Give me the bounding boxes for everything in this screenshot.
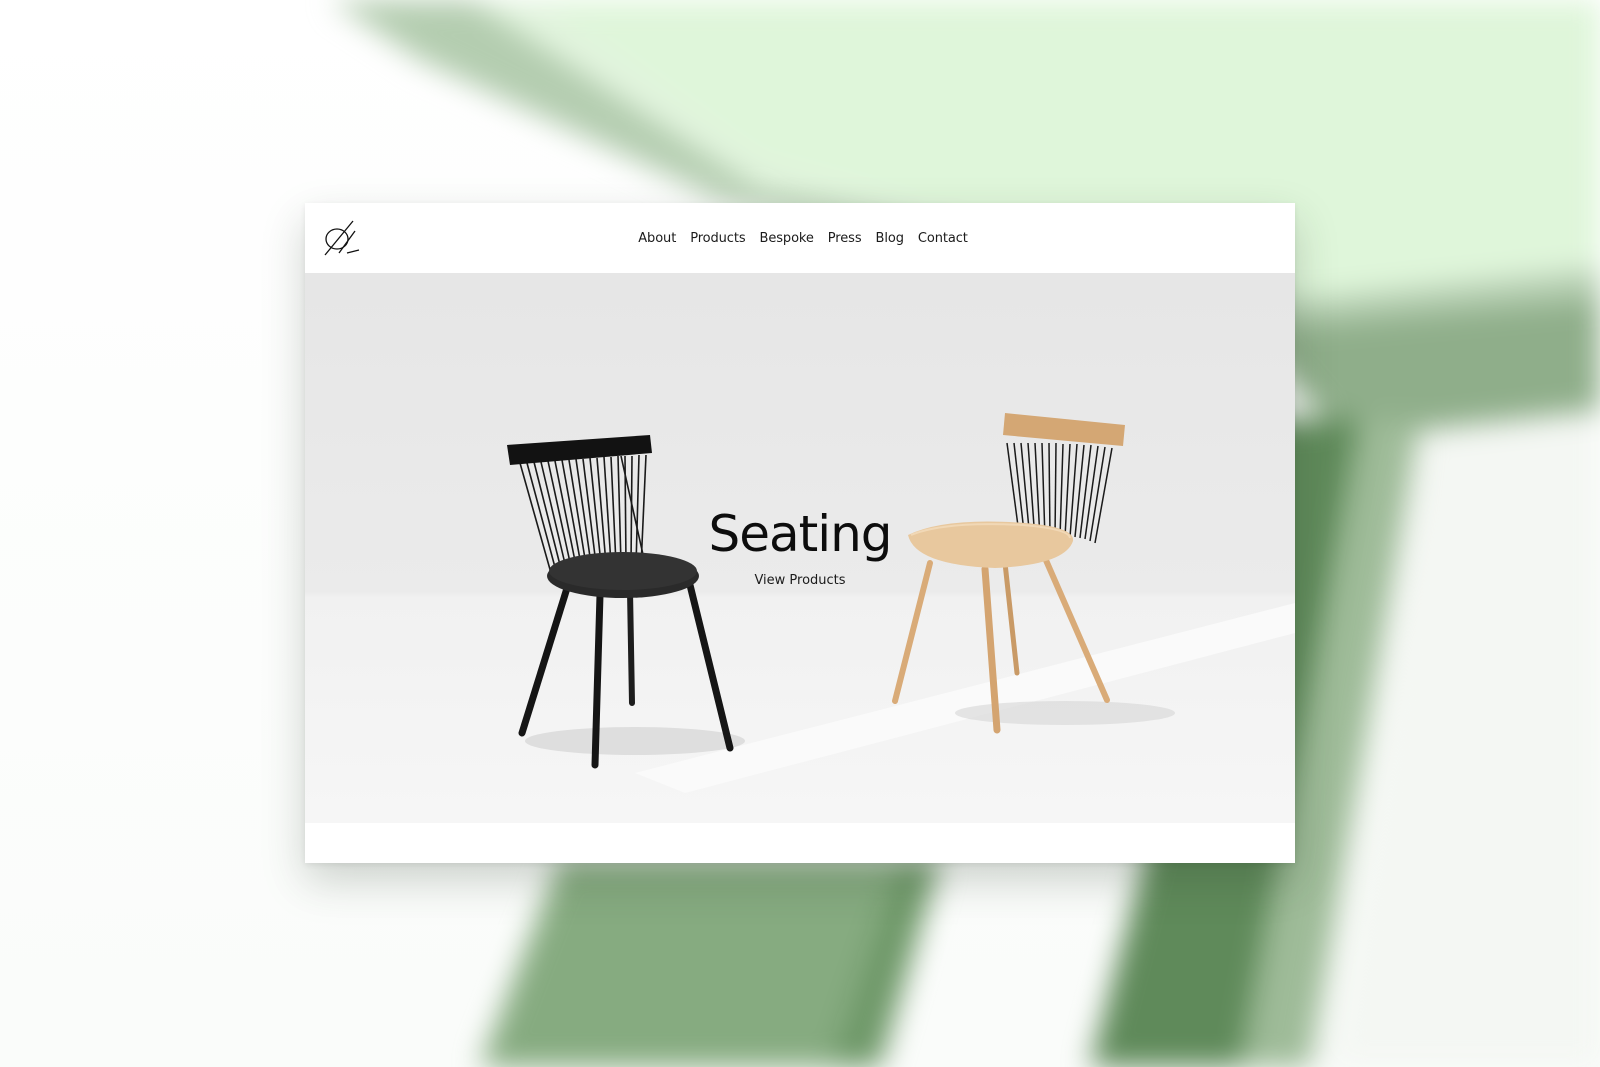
nav-press[interactable]: Press (828, 231, 862, 246)
nav-contact[interactable]: Contact (918, 231, 968, 246)
nav-about[interactable]: About (638, 231, 676, 246)
hero-title: Seating (708, 505, 892, 563)
nav-blog[interactable]: Blog (876, 231, 904, 246)
view-products-link[interactable]: View Products (305, 573, 1295, 588)
site-header: About Products Bespoke Press Blog Contac… (305, 203, 1295, 273)
nav-products[interactable]: Products (690, 231, 745, 246)
page-bottom-strip (305, 823, 1295, 863)
website-preview: About Products Bespoke Press Blog Contac… (305, 203, 1295, 863)
hero-section: Seating View Products (305, 273, 1295, 823)
black-chair (507, 435, 734, 769)
main-navigation: About Products Bespoke Press Blog Contac… (305, 203, 1295, 273)
nav-bespoke[interactable]: Bespoke (760, 231, 814, 246)
